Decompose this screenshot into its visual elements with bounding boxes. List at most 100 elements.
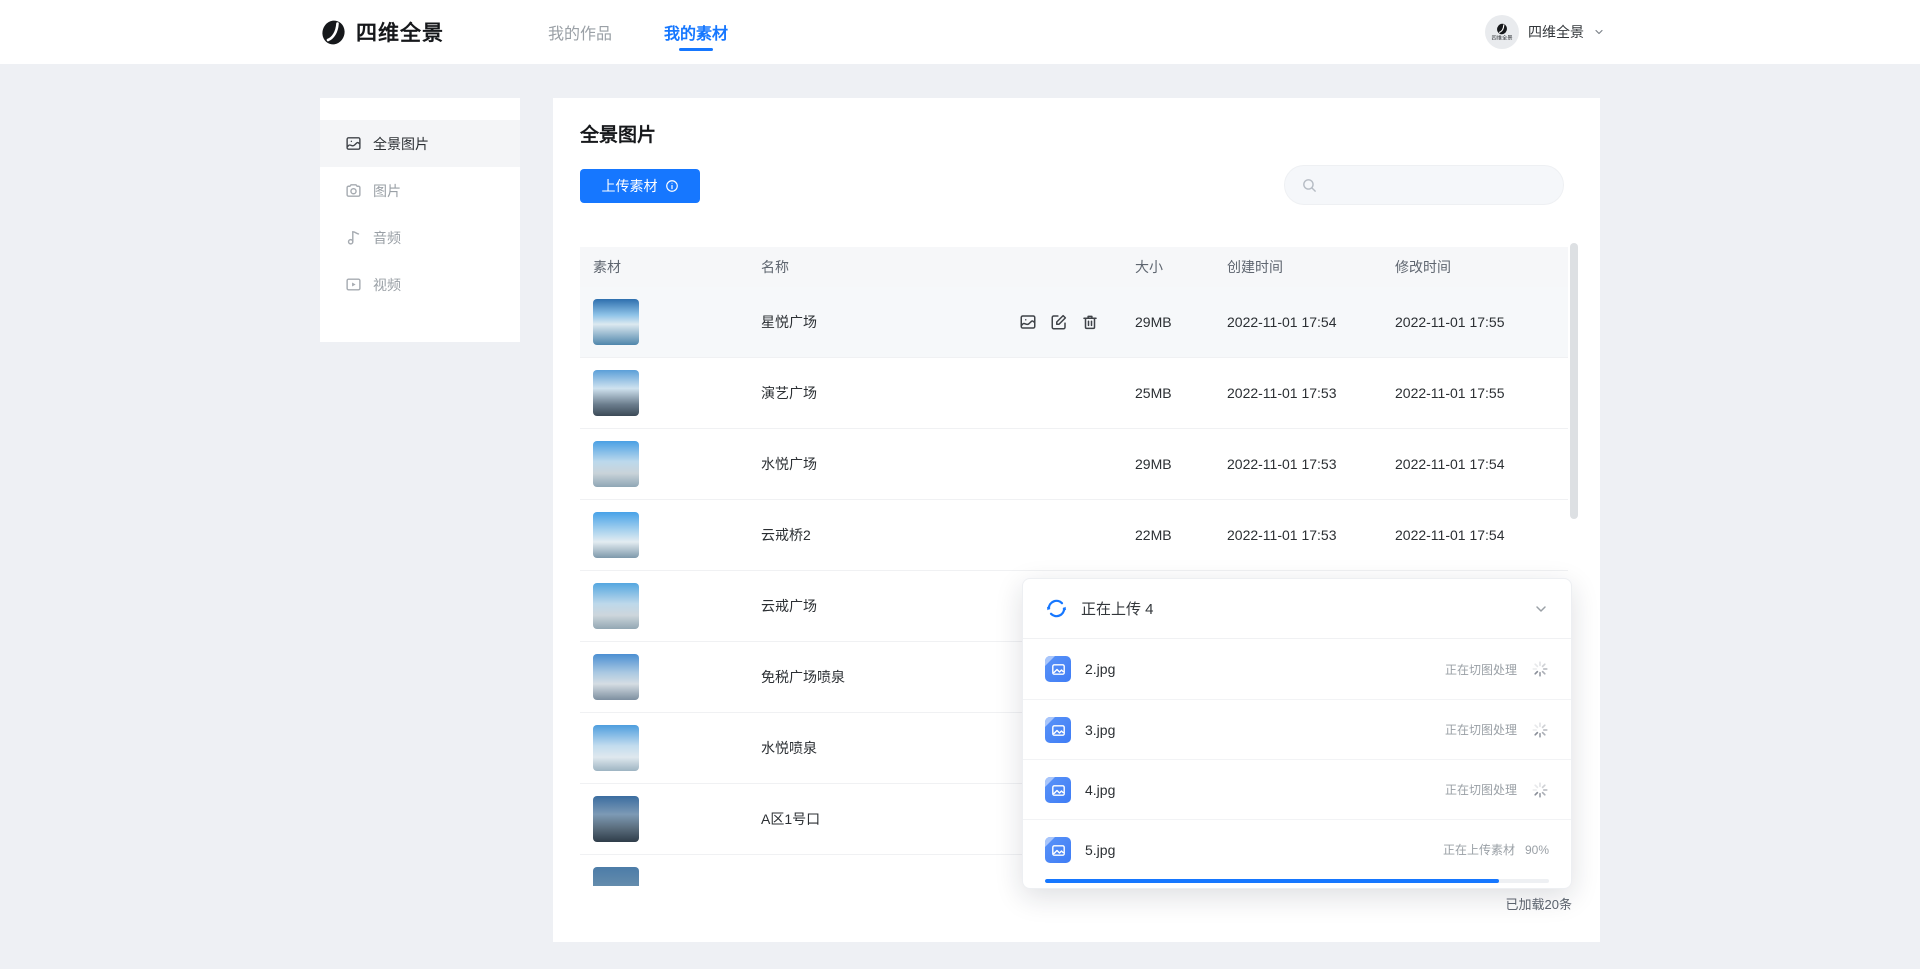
sidebar-item-video[interactable]: 视频	[320, 261, 520, 308]
material-thumbnail[interactable]	[593, 512, 639, 558]
sync-icon	[1045, 597, 1068, 620]
logo-icon	[1496, 23, 1508, 35]
upload-item: 2.jpg 正在切图处理	[1023, 639, 1571, 699]
upload-status-text: 正在切图处理	[1445, 721, 1517, 738]
material-thumbnail[interactable]	[593, 725, 639, 771]
search-box	[1284, 165, 1564, 205]
loaded-count-text: 已加载20条	[1506, 894, 1572, 913]
camera-icon	[345, 182, 362, 199]
info-circle-icon	[665, 179, 679, 193]
upload-progress-panel: 正在上传 4 2.jpg 正在切图处理 3.jpg 正在切图处理 4.jpg 正…	[1022, 578, 1572, 889]
sidebar-item-images[interactable]: 图片	[320, 167, 520, 214]
brand-name: 四维全景	[356, 17, 444, 47]
col-size: 大小	[1135, 257, 1227, 277]
spinner-icon	[1531, 721, 1549, 739]
file-image-icon	[1045, 777, 1071, 803]
material-name: A区1号口	[761, 809, 820, 829]
user-menu[interactable]: 四维全景 四维全景	[1485, 0, 1605, 64]
material-thumbnail[interactable]	[593, 583, 639, 629]
col-name: 名称	[761, 257, 1135, 277]
video-icon	[345, 276, 362, 293]
upload-percent-text: 90%	[1525, 843, 1549, 857]
preview-image-icon[interactable]	[1019, 313, 1037, 331]
col-created: 创建时间	[1227, 257, 1395, 277]
brand-logo[interactable]: 四维全景	[320, 0, 444, 64]
file-image-icon	[1045, 656, 1071, 682]
upload-material-button[interactable]: 上传素材	[580, 169, 700, 203]
material-size: 29MB	[1135, 456, 1227, 472]
material-name: 云戒广场	[761, 596, 817, 616]
material-thumbnail[interactable]	[593, 299, 639, 345]
nav-tabs: 我的作品 我的素材	[548, 0, 728, 64]
material-name: 水悦喷泉	[761, 738, 817, 758]
search-icon	[1301, 177, 1318, 194]
material-size: 25MB	[1135, 385, 1227, 401]
avatar-label: 四维全景	[1492, 35, 1513, 40]
edit-icon[interactable]	[1050, 313, 1068, 331]
material-modified: 2022-11-01 17:54	[1395, 527, 1568, 543]
music-note-icon	[345, 229, 362, 246]
upload-file-name: 3.jpg	[1085, 722, 1115, 738]
material-created: 2022-11-01 17:54	[1227, 314, 1395, 330]
upload-item: 5.jpg 正在上传素材 90%	[1023, 819, 1571, 879]
table-row[interactable]: 水悦广场 29MB 2022-11-01 17:53 2022-11-01 17…	[580, 429, 1568, 500]
file-image-icon	[1045, 837, 1071, 863]
upload-panel-title: 正在上传 4	[1081, 598, 1154, 619]
table-header: 素材 名称 大小 创建时间 修改时间	[580, 247, 1568, 287]
col-material: 素材	[593, 257, 761, 277]
file-image-icon	[1045, 717, 1071, 743]
page-title: 全景图片	[580, 120, 656, 147]
tab-my-works[interactable]: 我的作品	[548, 0, 612, 64]
panorama-icon	[345, 135, 362, 152]
material-size: 22MB	[1135, 527, 1227, 543]
upload-status-text: 正在切图处理	[1445, 661, 1517, 678]
sidebar: 全景图片 图片 音频 视频	[320, 98, 520, 342]
spinner-icon	[1531, 781, 1549, 799]
material-thumbnail[interactable]	[593, 867, 639, 886]
spinner-icon	[1531, 660, 1549, 678]
top-navbar: 四维全景 我的作品 我的素材 四维全景 四维全景	[0, 0, 1920, 64]
material-created: 2022-11-01 17:53	[1227, 527, 1395, 543]
material-modified: 2022-11-01 17:55	[1395, 314, 1568, 330]
material-thumbnail[interactable]	[593, 654, 639, 700]
col-modified: 修改时间	[1395, 257, 1568, 277]
material-thumbnail[interactable]	[593, 796, 639, 842]
material-size: 29MB	[1135, 314, 1227, 330]
material-name: 星悦广场	[761, 312, 817, 332]
material-name: 云戒桥2	[761, 525, 811, 545]
tab-my-materials[interactable]: 我的素材	[664, 0, 728, 64]
material-created: 2022-11-01 17:53	[1227, 385, 1395, 401]
material-thumbnail[interactable]	[593, 370, 639, 416]
upload-file-name: 2.jpg	[1085, 661, 1115, 677]
sidebar-item-panorama-images[interactable]: 全景图片	[320, 120, 520, 167]
upload-item: 4.jpg 正在切图处理	[1023, 759, 1571, 819]
upload-status-text: 正在上传素材	[1443, 841, 1515, 858]
logo-icon	[320, 19, 347, 46]
upload-progress-track	[1045, 879, 1549, 883]
upload-status-text: 正在切图处理	[1445, 781, 1517, 798]
material-thumbnail[interactable]	[593, 441, 639, 487]
row-actions	[1019, 313, 1099, 331]
material-created: 2022-11-01 17:53	[1227, 456, 1395, 472]
table-scrollbar-thumb[interactable]	[1570, 243, 1578, 519]
material-name: 水悦广场	[761, 454, 817, 474]
sidebar-item-audio[interactable]: 音频	[320, 214, 520, 261]
material-modified: 2022-11-01 17:54	[1395, 456, 1568, 472]
table-row[interactable]: 云戒桥2 22MB 2022-11-01 17:53 2022-11-01 17…	[580, 500, 1568, 571]
upload-progress-fill	[1045, 879, 1499, 883]
material-modified: 2022-11-01 17:55	[1395, 385, 1568, 401]
material-name: 演艺广场	[761, 383, 817, 403]
chevron-down-icon[interactable]	[1533, 601, 1549, 617]
upload-file-name: 5.jpg	[1085, 842, 1115, 858]
avatar: 四维全景	[1485, 15, 1519, 49]
delete-icon[interactable]	[1081, 313, 1099, 331]
chevron-down-icon	[1593, 26, 1605, 38]
material-name: 免税广场喷泉	[761, 667, 845, 687]
table-row[interactable]: 星悦广场 29MB 2022-11-01 17:54	[580, 287, 1568, 358]
upload-panel-header[interactable]: 正在上传 4	[1023, 579, 1571, 639]
active-tab-underline	[679, 48, 713, 51]
table-row[interactable]: 演艺广场 25MB 2022-11-01 17:53 2022-11-01 17…	[580, 358, 1568, 429]
upload-item: 3.jpg 正在切图处理	[1023, 699, 1571, 759]
user-name: 四维全景	[1528, 22, 1584, 42]
search-input[interactable]	[1327, 177, 1547, 193]
